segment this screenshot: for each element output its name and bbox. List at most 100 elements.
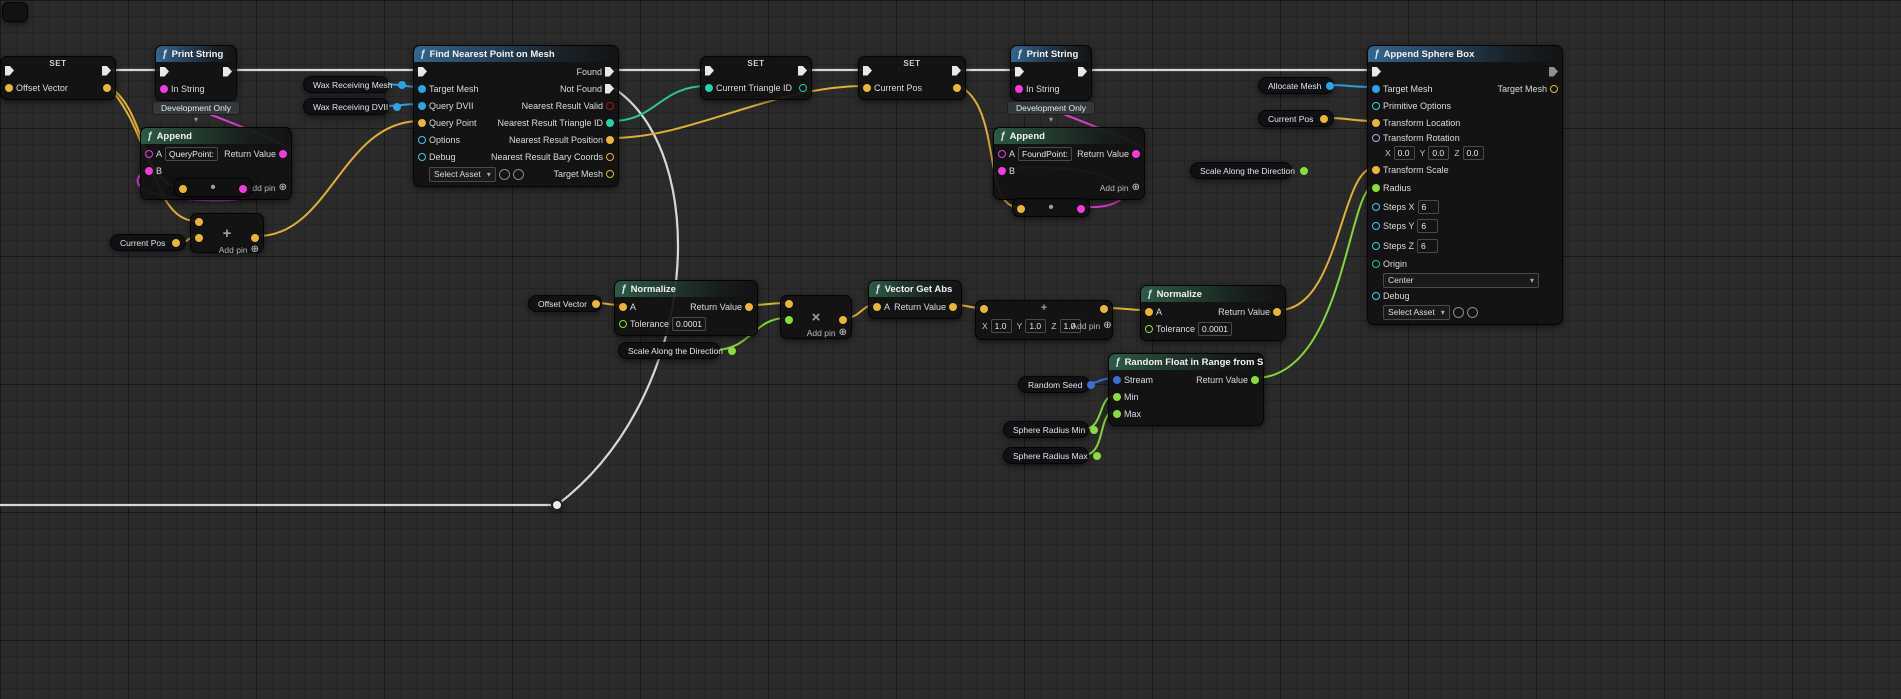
return-value-pin[interactable] <box>1251 375 1259 384</box>
nearest-result-bary-coords-pin[interactable] <box>606 152 614 161</box>
offset-vector-pin[interactable] <box>591 299 600 308</box>
tolerance-field[interactable]: 0.0001 <box>672 316 707 331</box>
append-2[interactable]: ƒ Append A FoundPoint: Return Value B Add pin ⊕ <box>993 127 1145 200</box>
reroute-node[interactable] <box>551 499 563 511</box>
vector-pin[interactable] <box>195 233 203 242</box>
vector-1-field[interactable]: 0.0 <box>1428 146 1450 160</box>
to-string-conversion-1[interactable]: • <box>174 178 252 197</box>
set-current-triangle-id[interactable]: SET Current Triangle ID <box>700 56 812 100</box>
vector-0-field[interactable]: 1.0 <box>990 318 1012 333</box>
node-header[interactable]: ƒ Append <box>141 128 291 144</box>
select-asset-dropdown[interactable]: Select Asset ▾ <box>1383 304 1450 320</box>
steps-y-pin[interactable] <box>1372 222 1380 230</box>
add-pin-button[interactable]: Add pin ⊕ <box>219 244 259 255</box>
steps-y-field[interactable]: 6 <box>1417 219 1439 233</box>
int-pin[interactable] <box>799 83 807 92</box>
vector-0-field[interactable]: 0.0 <box>1393 146 1415 160</box>
a-pin[interactable] <box>1145 307 1153 316</box>
exec-out-pin[interactable] <box>223 66 232 77</box>
max-pin[interactable] <box>1113 409 1121 418</box>
center-dropdown[interactable]: Center ▾ <box>1383 272 1539 288</box>
a-pin[interactable] <box>619 302 627 311</box>
vector-get-abs[interactable]: ƒ Vector Get Abs A Return Value <box>868 280 962 319</box>
nearest-result-position-pin[interactable] <box>606 135 614 144</box>
target-mesh-pin[interactable] <box>418 84 426 93</box>
query-point-pin[interactable] <box>418 118 426 127</box>
sphere-radius-max-pin[interactable] <box>1092 451 1101 460</box>
min-pin[interactable] <box>1113 392 1121 401</box>
add-pin-button[interactable]: Add pin ⊕ <box>247 182 287 193</box>
target-mesh-pin[interactable] <box>1550 84 1558 93</box>
node-header[interactable]: ƒ Append Sphere Box <box>1368 46 1562 62</box>
add-vector-1[interactable]: + Add pin ⊕ <box>190 213 264 255</box>
return-value-pin[interactable] <box>949 302 957 311</box>
target-mesh-pin[interactable] <box>1372 84 1380 93</box>
add-pin-button[interactable]: Add pin ⊕ <box>1100 182 1140 193</box>
advanced-bubble[interactable]: Development Only <box>1007 101 1095 115</box>
exec-out-pin[interactable] <box>605 83 614 94</box>
exec-out-pin[interactable] <box>605 66 614 77</box>
exec-in-pin[interactable] <box>160 66 169 77</box>
sphere-radius-min-pin[interactable] <box>1090 425 1099 434</box>
radius-pin[interactable] <box>1372 183 1380 192</box>
vector-pin[interactable] <box>785 300 793 308</box>
random-float-in-range-from-stream[interactable]: ƒRandom Float in Range from StreamStream… <box>1108 353 1264 426</box>
allocate-mesh-pin[interactable] <box>1326 81 1335 90</box>
origin-pin[interactable] <box>1372 259 1380 268</box>
find-nearest-point-on-mesh[interactable]: ƒ Find Nearest Point on Mesh Found Target M… <box>413 45 619 187</box>
expand-chevron-icon[interactable]: ▾ <box>1049 115 1053 124</box>
string-pin[interactable] <box>239 184 247 193</box>
vector-pin[interactable] <box>195 218 203 226</box>
set-offset-vector[interactable]: SET Offset Vector <box>0 56 116 100</box>
offscreen-node-fragment[interactable] <box>2 2 28 22</box>
scale-along-direction-var-1[interactable]: Scale Along the Direction <box>618 342 736 359</box>
transform-scale-pin[interactable] <box>1372 165 1380 174</box>
exec-out-pin[interactable] <box>1078 66 1087 77</box>
target-mesh-pin[interactable] <box>606 170 614 178</box>
node-header[interactable]: ƒ Vector Get Abs <box>869 281 961 297</box>
expand-chevron-icon[interactable]: ▾ <box>194 115 198 124</box>
node-header[interactable]: ƒ Print String <box>156 46 236 62</box>
b-pin[interactable] <box>998 166 1006 175</box>
browse-asset-icon[interactable] <box>1452 306 1464 318</box>
vector-pin[interactable] <box>953 83 961 92</box>
exec-in-pin[interactable] <box>418 66 427 77</box>
return-value-pin[interactable] <box>1132 149 1140 158</box>
multiply-1[interactable]: × Add pin ⊕ <box>780 295 852 339</box>
query-dvii-pin[interactable] <box>418 101 426 110</box>
tolerance-field[interactable]: 0.0001 <box>1198 321 1233 336</box>
offset-vector-pin[interactable] <box>5 83 13 92</box>
exec-in-pin[interactable] <box>1372 66 1381 77</box>
vector-pin[interactable] <box>839 315 847 324</box>
options-pin[interactable] <box>418 135 426 144</box>
transform-rotation-pin[interactable] <box>1372 134 1380 142</box>
vector-1-field[interactable]: 1.0 <box>1025 318 1047 333</box>
print-string-1[interactable]: ƒ Print String In String Development Only ▾ <box>152 45 240 124</box>
set-current-pos[interactable]: SET Current Pos <box>858 56 966 100</box>
wax-receiving-mesh-pin[interactable] <box>397 80 406 89</box>
node-header[interactable]: ƒ Print String <box>1011 46 1091 62</box>
random-seed-var[interactable]: Random Seed <box>1018 376 1096 393</box>
find-asset-icon[interactable] <box>1466 306 1478 318</box>
node-header[interactable]: ƒ Normalize <box>1141 286 1285 302</box>
scale-along-direction-var-2[interactable]: Scale Along the Direction <box>1190 162 1308 179</box>
add-pin-button[interactable]: Add pin ⊕ <box>1071 320 1111 331</box>
exec-out-pin[interactable] <box>1549 66 1558 77</box>
current-pos-pin[interactable] <box>1320 114 1328 123</box>
vector-2-field[interactable]: 0.0 <box>1462 146 1484 160</box>
a-pin[interactable] <box>145 149 153 158</box>
stream-pin[interactable] <box>1113 375 1121 384</box>
b-pin[interactable] <box>145 166 153 175</box>
transform-location-pin[interactable] <box>1372 118 1380 127</box>
add-vector-2[interactable]: + X 1.0 Y 1.0 Z 1.0 Add pin ⊕ <box>975 300 1113 340</box>
normalize-1[interactable]: ƒ Normalize A Return Value Tolerance 0.0001 <box>614 280 758 336</box>
debug-pin[interactable] <box>418 152 426 161</box>
select-asset-dropdown[interactable]: Select Asset ▾ <box>429 166 496 182</box>
current-pos-var-2[interactable]: Current Pos <box>1258 110 1334 127</box>
normalize-2[interactable]: ƒ Normalize A Return Value Tolerance 0.0001 <box>1140 285 1286 341</box>
float-pin[interactable] <box>785 315 793 324</box>
wax-receiving-dvii-pin[interactable] <box>393 102 402 111</box>
debug-pin[interactable] <box>1372 292 1380 300</box>
primitive-options-pin[interactable] <box>1372 101 1380 110</box>
wax-receiving-dvii-var[interactable]: Wax Receiving DVII <box>303 98 402 115</box>
